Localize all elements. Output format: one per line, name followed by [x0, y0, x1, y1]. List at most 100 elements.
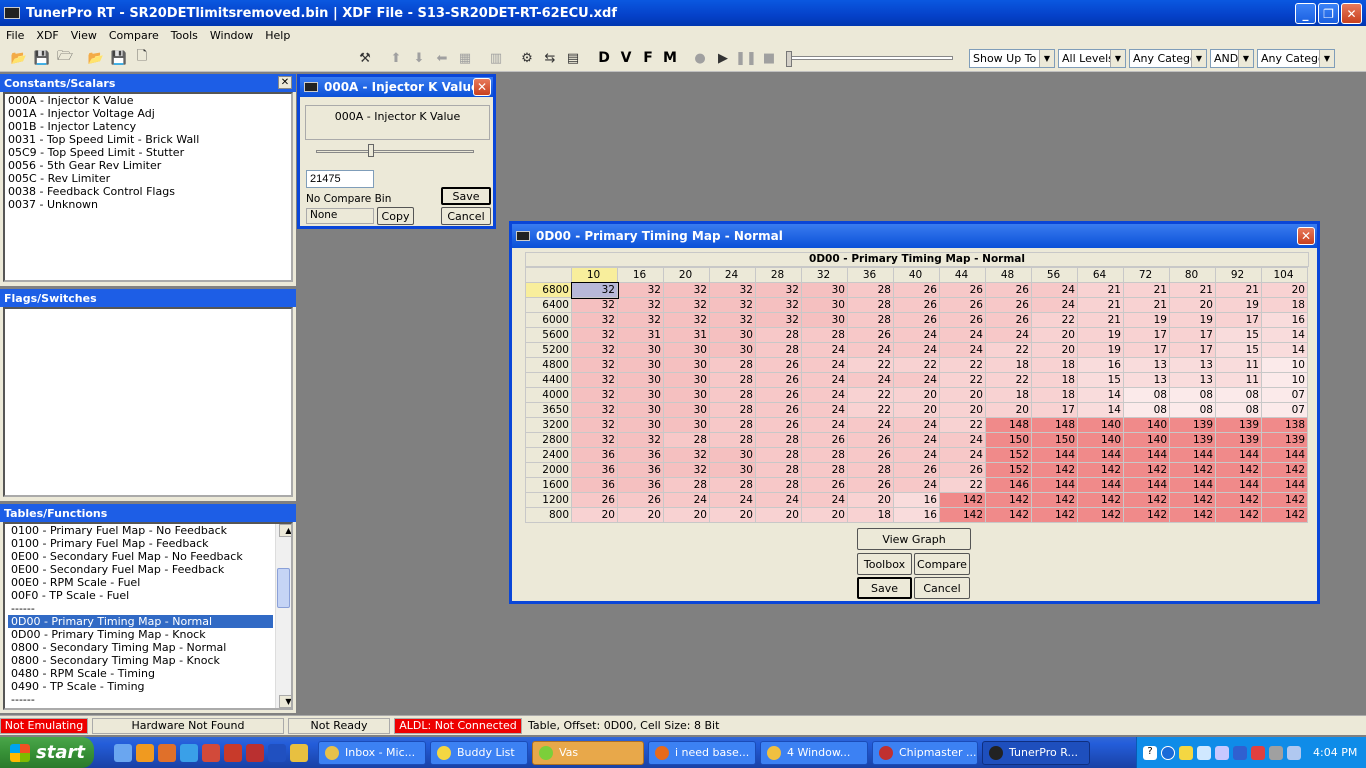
map-cell[interactable]: 30	[663, 387, 710, 403]
table-item[interactable]: 0490 - TP Scale - Timing	[8, 680, 273, 693]
copy-button[interactable]: Copy	[377, 207, 414, 225]
tables-scrollbar[interactable]: ▲ ▼	[275, 524, 291, 708]
map-cell[interactable]: 14	[1077, 387, 1124, 403]
ie-icon[interactable]	[180, 743, 198, 762]
map-cell[interactable]: 144	[1169, 447, 1216, 463]
table-item[interactable]: 0100 - Primary Fuel Map - No Feedback	[8, 524, 273, 537]
map-cell[interactable]: 36	[617, 477, 664, 493]
map-cell[interactable]: 24	[893, 417, 940, 433]
map-cell[interactable]: 30	[617, 342, 664, 358]
map-cell[interactable]: 32	[571, 327, 618, 343]
scalar-slider-thumb[interactable]	[368, 144, 375, 157]
map-cell[interactable]: 16	[1261, 312, 1308, 328]
menu-xdf[interactable]: XDF	[30, 29, 64, 42]
map-cell[interactable]: 26	[617, 492, 664, 508]
map-cell[interactable]: 24	[801, 402, 848, 418]
map-cell[interactable]: 18	[985, 357, 1032, 373]
compare-icon[interactable]: ▤	[562, 48, 584, 68]
map-cell[interactable]: 30	[709, 327, 756, 343]
table-item[interactable]: 0D00 - Primary Timing Map - Normal	[8, 615, 273, 628]
map-cell[interactable]: 30	[617, 417, 664, 433]
map-cell[interactable]: 30	[709, 462, 756, 478]
map-cell[interactable]: 28	[709, 402, 756, 418]
table-item[interactable]: 0800 - Secondary Timing Map - Normal	[8, 641, 273, 654]
map-cell[interactable]: 22	[939, 477, 986, 493]
map-cell[interactable]: 16	[1077, 357, 1124, 373]
map-cell[interactable]: 32	[663, 447, 710, 463]
app-icon-1[interactable]	[202, 743, 220, 762]
scalar-value-input[interactable]	[306, 170, 374, 188]
map-cell[interactable]: 17	[1215, 312, 1262, 328]
map-cell[interactable]: 32	[571, 342, 618, 358]
map-cell[interactable]: 142	[939, 507, 986, 523]
logic-dropdown[interactable]: AND ▼	[1210, 48, 1254, 68]
map-cell[interactable]: 28	[755, 462, 802, 478]
map-cell[interactable]: 18	[985, 387, 1032, 403]
map-cell[interactable]: 26	[939, 462, 986, 478]
map-cell[interactable]: 30	[663, 357, 710, 373]
map-cell[interactable]: 18	[1031, 372, 1078, 388]
map-cell[interactable]: 28	[709, 417, 756, 433]
map-cell[interactable]: 26	[847, 447, 894, 463]
map-cell[interactable]: 139	[1215, 432, 1262, 448]
close-button[interactable]: ✕	[1341, 3, 1362, 24]
save-icon[interactable]: 💾	[31, 48, 53, 68]
map-cell[interactable]: 26	[801, 477, 848, 493]
map-cell[interactable]: 26	[571, 492, 618, 508]
map-cell[interactable]: 24	[985, 327, 1032, 343]
menu-compare[interactable]: Compare	[103, 29, 165, 42]
map-cell[interactable]: 24	[939, 447, 986, 463]
map-cell[interactable]: 13	[1123, 357, 1170, 373]
sync-icon[interactable]	[1215, 745, 1229, 760]
constant-item[interactable]: 0038 - Feedback Control Flags	[5, 185, 291, 198]
speaker-icon[interactable]	[1269, 745, 1283, 760]
map-cell[interactable]: 14	[1261, 342, 1308, 358]
constant-item[interactable]: 05C9 - Top Speed Limit - Stutter	[5, 146, 291, 159]
map-cell[interactable]: 16	[893, 492, 940, 508]
open-xdf-icon[interactable]: 📂	[85, 48, 107, 68]
record-icon[interactable]: ●	[689, 48, 711, 68]
map-cell[interactable]: 28	[709, 387, 756, 403]
map-cell[interactable]: 150	[985, 432, 1032, 448]
map-cell[interactable]: 142	[1261, 507, 1308, 523]
map-cell[interactable]: 10	[1261, 357, 1308, 373]
map-cell[interactable]: 32	[571, 357, 618, 373]
map-cell[interactable]: 32	[571, 297, 618, 313]
map-cell[interactable]: 142	[1123, 507, 1170, 523]
table-item[interactable]: 0800 - Secondary Timing Map - Knock	[8, 654, 273, 667]
map-cell[interactable]: 20	[801, 507, 848, 523]
app-icon-3[interactable]	[246, 743, 264, 762]
map-cell[interactable]: 28	[847, 282, 894, 298]
map-cell[interactable]: 30	[617, 387, 664, 403]
map-cell[interactable]: 32	[663, 312, 710, 328]
map-cell[interactable]: 24	[801, 387, 848, 403]
view-graph-button[interactable]: View Graph	[857, 528, 971, 550]
map-cell[interactable]: 22	[847, 387, 894, 403]
map-cell[interactable]: 152	[985, 447, 1032, 463]
map-cell[interactable]: 28	[755, 447, 802, 463]
map-cell[interactable]: 32	[755, 297, 802, 313]
map-cell[interactable]: 26	[847, 432, 894, 448]
constant-item[interactable]: 0037 - Unknown	[5, 198, 291, 211]
scalar-window-titlebar[interactable]: 000A - Injector K Value ✕	[300, 77, 493, 97]
settings-icon[interactable]: ⚙	[516, 48, 538, 68]
close-icon[interactable]: ✕	[473, 78, 491, 96]
map-cell[interactable]: 28	[709, 432, 756, 448]
tool-m[interactable]: M	[659, 48, 681, 68]
map-cell[interactable]: 24	[755, 492, 802, 508]
map-cell[interactable]: 20	[939, 402, 986, 418]
save-as-icon[interactable]: 🗁	[54, 48, 76, 68]
app-icon-4[interactable]	[290, 743, 308, 762]
map-cell[interactable]: 144	[1261, 447, 1308, 463]
map-cell[interactable]: 24	[939, 327, 986, 343]
map-cell[interactable]: 18	[1031, 387, 1078, 403]
map-cell[interactable]: 142	[1215, 507, 1262, 523]
map-cell[interactable]: 139	[1261, 432, 1308, 448]
map-cell[interactable]: 28	[801, 462, 848, 478]
map-cell[interactable]: 13	[1169, 357, 1216, 373]
map-cell[interactable]: 28	[709, 477, 756, 493]
map-cell[interactable]: 32	[617, 312, 664, 328]
map-cell[interactable]: 36	[571, 447, 618, 463]
map-cell[interactable]: 142	[1077, 507, 1124, 523]
grid-icon[interactable]: ▦	[454, 48, 476, 68]
